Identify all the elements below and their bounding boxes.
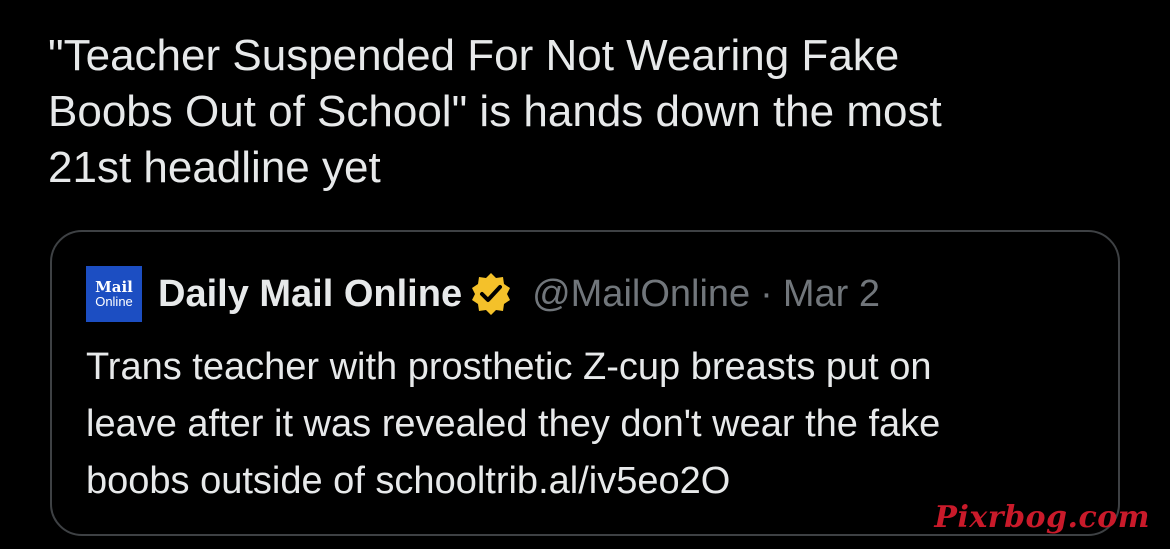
avatar-logo-bottom: Online bbox=[95, 294, 133, 309]
watermark: Pixrbog.com bbox=[934, 500, 1150, 535]
quoted-tweet-card[interactable]: Mail Online Daily Mail Online @MailOnlin… bbox=[50, 230, 1120, 536]
quoted-tweet-header: Mail Online Daily Mail Online @MailOnlin… bbox=[86, 266, 880, 322]
separator-dot: · bbox=[760, 272, 773, 315]
tweet-text: "Teacher Suspended For Not Wearing Fake … bbox=[48, 31, 942, 192]
verified-badge-icon bbox=[468, 271, 514, 317]
quoted-tweet-text: Trans teacher with prosthetic Z-cup brea… bbox=[86, 346, 941, 502]
author-handle[interactable]: @MailOnline bbox=[532, 273, 750, 316]
avatar[interactable]: Mail Online bbox=[86, 266, 142, 322]
tweet-date[interactable]: Mar 2 bbox=[783, 273, 880, 316]
avatar-logo-top: Mail bbox=[95, 278, 133, 296]
author-name[interactable]: Daily Mail Online bbox=[158, 273, 462, 316]
